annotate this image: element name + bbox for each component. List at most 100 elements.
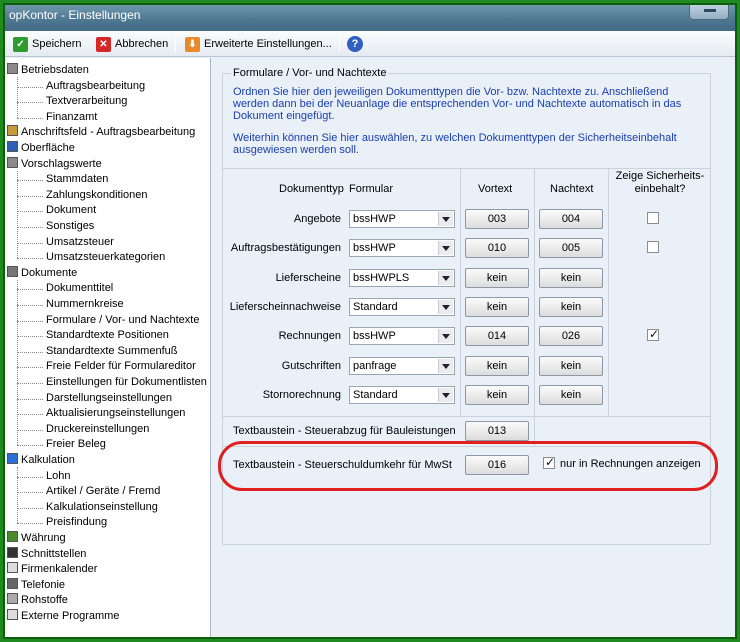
tree-line <box>17 289 43 291</box>
vortext-button[interactable]: kein <box>465 267 529 288</box>
formular-select[interactable]: Standard <box>349 297 455 316</box>
sicherheitseinbehalt-checkbox[interactable] <box>647 212 659 224</box>
tree-item-label: Zahlungskonditionen <box>46 188 148 201</box>
vortext-button[interactable]: kein <box>465 296 529 317</box>
tree-item[interactable]: Umsatzsteuer <box>46 235 114 250</box>
nachtext-button[interactable]: 004 <box>539 209 603 229</box>
tree-item[interactable]: Druckereinstellungen <box>46 422 149 437</box>
tree-line <box>17 383 43 384</box>
tree-item[interactable]: Aktualisierungseinstellungen <box>46 406 185 421</box>
tree-item[interactable]: Währung <box>7 531 66 546</box>
tree-item[interactable]: Nummernkreise <box>46 297 124 312</box>
tree-item[interactable]: Vorschlagswerte <box>7 156 102 172</box>
help-button[interactable]: ? <box>347 35 363 53</box>
tree-item-label: Telefonie <box>21 578 66 591</box>
tree-item[interactable]: Formulare / Vor- und Nachtexte <box>46 313 199 328</box>
tree-item[interactable]: Dokumente <box>7 265 77 281</box>
checkmark-icon: ✓ <box>13 36 28 52</box>
chevron-down-icon[interactable] <box>438 358 453 373</box>
tree-item[interactable]: Lohn <box>46 469 70 484</box>
tree-item[interactable]: Auftragsbearbeitung <box>46 79 145 94</box>
table-top-line <box>223 168 710 169</box>
document-icon <box>7 265 18 277</box>
tree-item-label: Anschriftsfeld - Auftragsbearbeitung <box>21 126 196 139</box>
tree-item[interactable]: Telefonie <box>7 577 66 593</box>
settings-tree[interactable]: Betriebsdaten Auftragsbearbeitung Textvera… <box>5 58 211 637</box>
tree-line <box>17 476 43 478</box>
tree-item[interactable]: Preisfindung <box>46 515 107 530</box>
tree-item-label: Währung <box>21 532 66 544</box>
save-button[interactable]: ✓ Speichern <box>13 35 82 53</box>
sicherheitseinbehalt-checkbox[interactable] <box>647 241 659 254</box>
tree-item-label: Dokument <box>46 204 97 217</box>
vortext-button[interactable]: kein <box>465 384 529 405</box>
material-icon <box>7 593 18 605</box>
tree-line <box>17 102 43 104</box>
header-vortext: Vortext <box>478 183 513 195</box>
table-bottom-line <box>223 416 710 417</box>
tree-item[interactable]: Kalkulationseinstellung <box>46 500 158 515</box>
advanced-settings-label: Erweiterte Einstellungen... <box>204 38 332 50</box>
chevron-down-icon[interactable] <box>438 212 453 226</box>
bauleistung-button[interactable]: 013 <box>465 421 529 441</box>
tree-item[interactable]: Darstellungseinstellungen <box>46 391 172 406</box>
formular-select[interactable]: bssHWPLS <box>349 268 455 287</box>
nachtext-button[interactable]: kein <box>539 384 603 405</box>
vortext-button[interactable]: 003 <box>465 209 529 229</box>
sicherheitseinbehalt-checkbox[interactable] <box>647 327 659 342</box>
tree-item[interactable]: Finanzamt <box>46 110 97 125</box>
tree-item[interactable]: Artikel / Geräte / Fremd <box>46 484 160 499</box>
tree-item[interactable]: Rohstoffe <box>7 593 68 608</box>
formular-select[interactable]: bssHWP <box>349 327 455 346</box>
tree-item[interactable]: Anschriftsfeld - Auftragsbearbeitung <box>7 125 195 140</box>
nachtext-button[interactable]: kein <box>539 296 603 317</box>
chevron-down-icon[interactable] <box>438 270 453 285</box>
tree-line <box>17 336 43 338</box>
tree-item-label: Betriebsdaten <box>21 64 89 76</box>
formular-value: bssHWP <box>353 330 396 343</box>
formular-select[interactable]: bssHWP <box>349 210 455 228</box>
tree-item[interactable]: Freie Felder für Formulareditor <box>46 359 196 374</box>
building-icon <box>7 63 18 74</box>
nachtext-button[interactable]: kein <box>539 267 603 288</box>
nachtext-button[interactable]: 005 <box>539 238 603 259</box>
tree-item[interactable]: Stammdaten <box>46 172 108 187</box>
vortext-button[interactable]: kein <box>465 355 529 376</box>
tree-item[interactable]: Betriebsdaten <box>7 63 89 78</box>
tree-item[interactable]: Standardtexte Positionen <box>46 328 169 343</box>
vortext-button[interactable]: 010 <box>465 238 529 259</box>
nachtext-button[interactable]: 026 <box>539 326 603 347</box>
chevron-down-icon[interactable] <box>438 329 453 344</box>
tree-item[interactable]: Oberfläche <box>7 141 75 156</box>
chevron-down-icon[interactable] <box>438 387 453 402</box>
tree-item-label: Aktualisierungseinstellungen <box>46 407 186 420</box>
tree-item[interactable]: Externe Programme <box>7 609 119 624</box>
tree-item[interactable]: Dokumenttitel <box>46 281 113 296</box>
chevron-down-icon[interactable] <box>438 241 453 256</box>
minimize-button[interactable] <box>689 5 729 20</box>
nachtext-button[interactable]: kein <box>539 355 603 376</box>
cancel-button[interactable]: ✕ Abbrechen <box>96 35 168 53</box>
formular-value: bssHWP <box>353 213 396 225</box>
tree-item[interactable]: Sonstiges <box>46 219 94 234</box>
tree-item[interactable]: Standardtexte Summenfuß <box>46 344 177 359</box>
tree-item[interactable]: Schnittstellen <box>7 546 86 562</box>
tree-item[interactable]: Freier Beleg <box>46 437 106 452</box>
tree-item[interactable]: Einstellungen für Dokumentlisten <box>46 375 207 390</box>
column-line <box>608 168 609 416</box>
tree-item[interactable]: Zahlungskonditionen <box>46 188 148 203</box>
advanced-settings-button[interactable]: ⬇ Erweiterte Einstellungen... <box>185 35 332 53</box>
chevron-down-icon[interactable] <box>438 299 453 314</box>
formular-select[interactable]: panfrage <box>349 356 455 375</box>
tree-item[interactable]: Textverarbeitung <box>46 94 127 109</box>
defaults-icon <box>7 156 18 168</box>
tree-item[interactable]: Dokument <box>46 203 96 218</box>
tree-item[interactable]: Firmenkalender <box>7 562 97 577</box>
formular-select[interactable]: Standard <box>349 385 455 404</box>
vortext-button[interactable]: 014 <box>465 326 529 347</box>
tree-item[interactable]: Umsatzsteuerkategorien <box>46 250 165 265</box>
tree-item[interactable]: Kalkulation <box>7 453 75 468</box>
tree-line <box>17 467 18 524</box>
tree-item-label: Freier Beleg <box>46 438 106 451</box>
formular-select[interactable]: bssHWP <box>349 239 455 258</box>
